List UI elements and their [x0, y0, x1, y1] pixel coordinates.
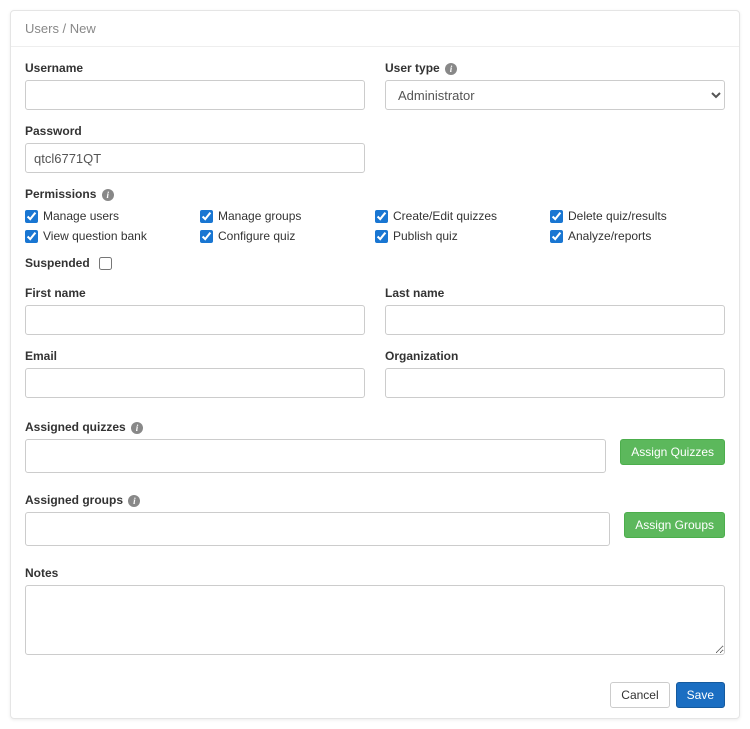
permission-label: Manage groups: [218, 209, 301, 223]
cancel-button[interactable]: Cancel: [610, 682, 669, 708]
info-icon[interactable]: i: [128, 495, 140, 507]
permission-label: Publish quiz: [393, 229, 458, 243]
permission-label: Manage users: [43, 209, 119, 223]
username-label: Username: [25, 61, 365, 75]
permission-checkbox[interactable]: [375, 230, 388, 243]
permission-item: View question bank: [25, 226, 200, 246]
permission-checkbox[interactable]: [25, 210, 38, 223]
permission-checkbox[interactable]: [550, 210, 563, 223]
user-form-panel: Users / New Username User type i Adminis…: [10, 10, 740, 719]
info-icon[interactable]: i: [131, 422, 143, 434]
permission-item: Manage groups: [200, 206, 375, 226]
permissions-grid: Manage users Manage groups Create/Edit qui…: [25, 206, 725, 246]
permission-checkbox[interactable]: [200, 210, 213, 223]
notes-label: Notes: [25, 566, 725, 580]
permission-item: Manage users: [25, 206, 200, 226]
permission-item: Configure quiz: [200, 226, 375, 246]
assigned-groups-label: Assigned groups i: [25, 493, 725, 507]
permission-checkbox[interactable]: [550, 230, 563, 243]
assigned-quizzes-input[interactable]: [25, 439, 606, 473]
email-input[interactable]: [25, 368, 365, 398]
user-type-select[interactable]: Administrator: [385, 80, 725, 110]
permissions-label: Permissions i: [25, 187, 725, 201]
permission-label: View question bank: [43, 229, 147, 243]
assigned-groups-input[interactable]: [25, 512, 610, 546]
organization-label: Organization: [385, 349, 725, 363]
suspended-checkbox[interactable]: [99, 257, 112, 270]
permission-label: Configure quiz: [218, 229, 295, 243]
save-button[interactable]: Save: [676, 682, 725, 708]
user-type-label: User type i: [385, 61, 725, 75]
last-name-input[interactable]: [385, 305, 725, 335]
permission-label: Delete quiz/results: [568, 209, 667, 223]
info-icon[interactable]: i: [445, 63, 457, 75]
username-input[interactable]: [25, 80, 365, 110]
permission-checkbox[interactable]: [25, 230, 38, 243]
notes-textarea[interactable]: [25, 585, 725, 655]
assigned-quizzes-label: Assigned quizzes i: [25, 420, 725, 434]
permission-item: Analyze/reports: [550, 226, 725, 246]
permission-checkbox[interactable]: [200, 230, 213, 243]
first-name-input[interactable]: [25, 305, 365, 335]
form-footer: Cancel Save: [11, 672, 739, 718]
password-label: Password: [25, 124, 365, 138]
assign-quizzes-button[interactable]: Assign Quizzes: [620, 439, 725, 465]
suspended-label: Suspended: [25, 256, 90, 270]
info-icon[interactable]: i: [102, 189, 114, 201]
permission-item: Delete quiz/results: [550, 206, 725, 226]
permission-item: Create/Edit quizzes: [375, 206, 550, 226]
assign-groups-button[interactable]: Assign Groups: [624, 512, 725, 538]
organization-input[interactable]: [385, 368, 725, 398]
permission-label: Analyze/reports: [568, 229, 651, 243]
form-body: Username User type i Administrator Passw…: [11, 47, 739, 672]
email-label: Email: [25, 349, 365, 363]
permission-item: Publish quiz: [375, 226, 550, 246]
password-input[interactable]: [25, 143, 365, 173]
last-name-label: Last name: [385, 286, 725, 300]
permission-checkbox[interactable]: [375, 210, 388, 223]
breadcrumb: Users / New: [11, 11, 739, 47]
first-name-label: First name: [25, 286, 365, 300]
permission-label: Create/Edit quizzes: [393, 209, 497, 223]
